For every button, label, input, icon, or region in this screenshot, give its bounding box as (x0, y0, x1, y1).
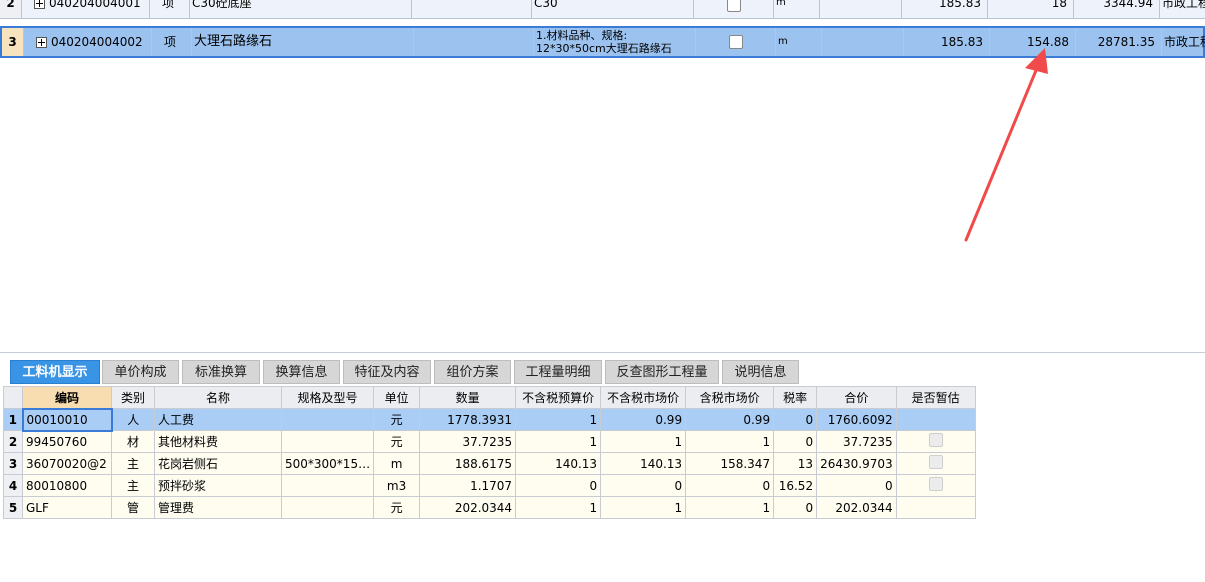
cell-unit[interactable]: m (373, 452, 421, 475)
cell-budget-price[interactable]: 1 (515, 430, 602, 453)
cell-name[interactable]: 人工费 (154, 408, 282, 431)
col-header-code[interactable]: 编码 (22, 386, 112, 409)
cell-qty[interactable]: 1778.3931 (419, 408, 517, 431)
cell-budget-price[interactable]: 1 (515, 496, 602, 519)
cell-spec[interactable] (280, 496, 375, 519)
cell-name[interactable]: 预拌砂浆 (154, 474, 282, 497)
cell-code[interactable]: 36070020@2 (22, 452, 112, 475)
col-header-spec[interactable]: 规格及型号 (280, 386, 375, 409)
cell-spec[interactable] (280, 408, 375, 431)
cell-tax-market-price[interactable]: 158.347 (685, 452, 775, 475)
cell-budget-price[interactable]: 140.13 (515, 452, 602, 475)
cell-category[interactable]: 人 (111, 408, 155, 431)
col-header-category[interactable]: 类别 (111, 386, 155, 409)
cell-total[interactable]: 37.7235 (816, 430, 897, 453)
estimate-checkbox[interactable] (928, 455, 943, 469)
cell-unit[interactable]: m3 (373, 474, 421, 497)
labor-material-table: 编码 类别 名称 规格及型号 单位 数量 不含税预算价 不含税市场价 含税市场价… (3, 386, 976, 519)
cell-estimated[interactable] (895, 430, 976, 453)
tab-pricing-plan[interactable]: 组价方案 (434, 360, 511, 384)
cell-tax-rate[interactable]: 16.52 (773, 474, 818, 497)
tab-labor-material[interactable]: 工料机显示 (10, 360, 100, 384)
cell-category[interactable]: 主 (111, 452, 155, 475)
col-header-tax-market-price[interactable]: 含税市场价 (685, 386, 775, 409)
cell-name[interactable]: 花岗岩侧石 (154, 452, 282, 475)
cell-tax-rate[interactable]: 0 (773, 496, 818, 519)
tab-standard-conversion[interactable]: 标准换算 (182, 360, 260, 384)
cell-qty[interactable]: 37.7235 (419, 430, 517, 453)
row-number: 2 (3, 430, 23, 453)
table-row[interactable]: 2 99450760 材 其他材料费 元 37.7235 1 1 1 0 37.… (3, 430, 976, 453)
cell-category[interactable]: 主 (111, 474, 155, 497)
tab-description[interactable]: 说明信息 (722, 360, 799, 384)
cell-unit[interactable]: 元 (373, 430, 421, 453)
cell-spec[interactable] (280, 474, 375, 497)
cell-total[interactable]: 0 (816, 474, 897, 497)
col-header-budget-price[interactable]: 不含税预算价 (515, 386, 602, 409)
cell-unit[interactable]: 元 (373, 496, 421, 519)
cell-name[interactable]: 其他材料费 (154, 430, 282, 453)
cell-code[interactable]: 80010800 (22, 474, 112, 497)
cell-spec[interactable]: 500*300*15… (280, 452, 375, 475)
cell-estimated[interactable] (895, 474, 976, 497)
row-number: 3 (3, 452, 23, 475)
estimate-checkbox[interactable] (928, 433, 943, 447)
col-header-estimated[interactable]: 是否暂估 (895, 386, 976, 409)
tab-conversion-info[interactable]: 换算信息 (263, 360, 340, 384)
panel-divider[interactable] (0, 352, 1205, 353)
cell-total[interactable]: 1760.6092 (816, 408, 897, 431)
cell-spec[interactable] (280, 430, 375, 453)
table-row[interactable]: 5 GLF 管 管理费 元 202.0344 1 1 1 0 202.0344 (3, 496, 976, 519)
cell-tax-market-price[interactable]: 1 (685, 496, 775, 519)
row-number: 5 (3, 496, 23, 519)
row-number: 4 (3, 474, 23, 497)
cell-qty[interactable]: 202.0344 (419, 496, 517, 519)
row-number: 1 (3, 408, 23, 431)
cell-estimated[interactable] (895, 496, 976, 519)
cell-market-price[interactable]: 0 (600, 474, 687, 497)
tab-quantity-detail[interactable]: 工程量明细 (514, 360, 602, 384)
cell-estimated[interactable] (895, 408, 976, 431)
col-header-name[interactable]: 名称 (154, 386, 282, 409)
col-header-qty[interactable]: 数量 (419, 386, 517, 409)
cell-estimated[interactable] (895, 452, 976, 475)
tab-features[interactable]: 特征及内容 (343, 360, 431, 384)
cell-code[interactable]: 00010010 (21, 407, 113, 432)
tab-unit-price[interactable]: 单价构成 (102, 360, 179, 384)
table-row[interactable]: 1 00010010 人 人工费 元 1778.3931 1 0.99 0.99… (3, 407, 976, 432)
cell-qty[interactable]: 188.6175 (419, 452, 517, 475)
cell-tax-rate[interactable]: 0 (773, 430, 818, 453)
col-header-unit[interactable]: 单位 (373, 386, 421, 409)
col-header-market-price[interactable]: 不含税市场价 (600, 386, 687, 409)
estimate-checkbox[interactable] (928, 477, 943, 491)
cell-tax-rate[interactable]: 0 (773, 408, 818, 431)
cell-tax-market-price[interactable]: 0 (685, 474, 775, 497)
cell-unit[interactable]: 元 (373, 408, 421, 431)
table-header: 编码 类别 名称 规格及型号 单位 数量 不含税预算价 不含税市场价 含税市场价… (3, 386, 976, 409)
table-row[interactable]: 4 80010800 主 预拌砂浆 m3 1.1707 0 0 0 16.52 … (3, 474, 976, 497)
cell-category[interactable]: 管 (111, 496, 155, 519)
table-row[interactable]: 3 36070020@2 主 花岗岩侧石 500*300*15… m 188.6… (3, 452, 976, 475)
cell-category[interactable]: 材 (111, 430, 155, 453)
cell-tax-market-price[interactable]: 0.99 (685, 408, 775, 431)
col-header-tax-rate[interactable]: 税率 (773, 386, 818, 409)
cell-market-price[interactable]: 0.99 (600, 408, 687, 431)
cell-total[interactable]: 26430.9703 (816, 452, 897, 475)
cell-tax-market-price[interactable]: 1 (685, 430, 775, 453)
cell-code[interactable]: GLF (22, 496, 112, 519)
cell-market-price[interactable]: 1 (600, 496, 687, 519)
col-header-total[interactable]: 合价 (816, 386, 897, 409)
cell-total[interactable]: 202.0344 (816, 496, 897, 519)
tab-reverse-quantity[interactable]: 反查图形工程量 (605, 360, 719, 384)
cell-budget-price[interactable]: 0 (515, 474, 602, 497)
cell-market-price[interactable]: 140.13 (600, 452, 687, 475)
cell-name[interactable]: 管理费 (154, 496, 282, 519)
cell-budget-price[interactable]: 1 (515, 408, 602, 431)
cell-qty[interactable]: 1.1707 (419, 474, 517, 497)
cell-tax-rate[interactable]: 13 (773, 452, 818, 475)
header-corner (3, 386, 23, 409)
cell-market-price[interactable]: 1 (600, 430, 687, 453)
cell-code[interactable]: 99450760 (22, 430, 112, 453)
